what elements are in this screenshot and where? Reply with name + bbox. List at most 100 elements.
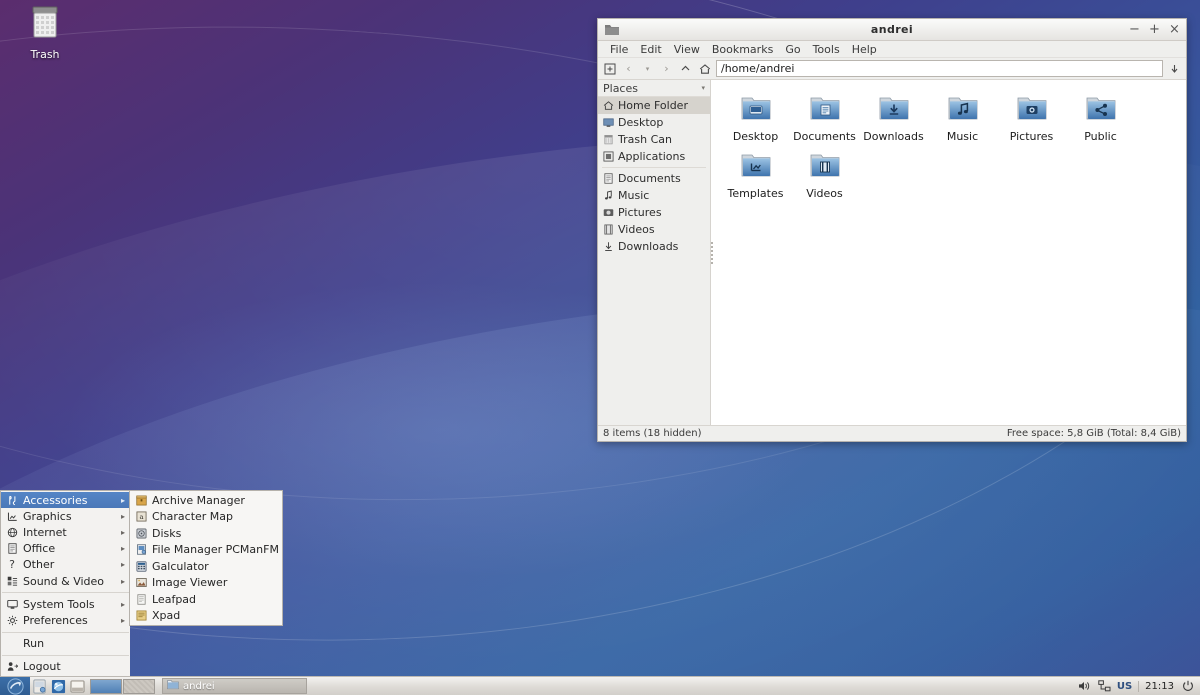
menu-category-accessories[interactable]: Accessories ▸ xyxy=(1,492,130,508)
folder-desktop-icon xyxy=(739,91,773,128)
workspace-switcher[interactable] xyxy=(87,677,158,695)
menu-app-image-viewer[interactable]: Image Viewer xyxy=(130,575,282,592)
menu-item-logout[interactable]: Logout xyxy=(1,659,130,675)
window-titlebar[interactable]: andrei − + × xyxy=(598,19,1186,41)
menu-category-preferences[interactable]: Preferences ▸ xyxy=(1,612,130,628)
menu-go[interactable]: Go xyxy=(779,42,806,57)
file-manager-window[interactable]: andrei − + × File Edit View Bookmarks Go… xyxy=(597,18,1187,442)
menu-submenu-accessories[interactable]: Archive Manager a Character Map Disks Fi… xyxy=(129,490,283,626)
folder-item-label: Pictures xyxy=(1010,130,1054,143)
menu-app-label: Character Map xyxy=(152,510,233,523)
sidebar-item-downloads[interactable]: Downloads xyxy=(598,238,710,255)
sidebar-item-desktop[interactable]: Desktop xyxy=(598,114,710,131)
sidebar-item-pictures[interactable]: Pictures xyxy=(598,204,710,221)
up-icon[interactable] xyxy=(677,60,694,77)
sidebar-splitter[interactable] xyxy=(709,80,714,425)
desktop-icon-trash[interactable]: Trash xyxy=(17,4,73,61)
menu-help[interactable]: Help xyxy=(846,42,883,57)
folder-item-desktop[interactable]: Desktop xyxy=(721,89,790,146)
application-menu[interactable]: Accessories ▸ Graphics ▸ Internet ▸ xyxy=(0,490,283,677)
minimize-button[interactable]: − xyxy=(1129,23,1140,36)
clock[interactable]: 21:13 xyxy=(1138,681,1176,692)
launcher-file-manager[interactable] xyxy=(30,677,49,695)
back-icon[interactable]: ‹ xyxy=(620,60,637,77)
sidebar-item-documents[interactable]: Documents xyxy=(598,170,710,187)
folder-item-documents[interactable]: Documents xyxy=(790,89,859,146)
sidebar-item-home-folder[interactable]: Home Folder xyxy=(598,97,710,114)
start-menu-button[interactable] xyxy=(0,677,30,695)
menu-app-galculator[interactable]: Galculator xyxy=(130,558,282,575)
folder-item-downloads[interactable]: Downloads xyxy=(859,89,928,146)
sidebar-item-videos[interactable]: Videos xyxy=(598,221,710,238)
folder-item-public[interactable]: Public xyxy=(1066,89,1135,146)
menu-app-character-map[interactable]: a Character Map xyxy=(130,509,282,526)
menu-category-label: System Tools xyxy=(23,598,95,611)
folder-view[interactable]: Desktop xyxy=(711,80,1186,425)
music-icon xyxy=(602,190,614,202)
forward-icon[interactable]: › xyxy=(658,60,675,77)
menu-category-internet[interactable]: Internet ▸ xyxy=(1,524,130,540)
menu-app-leafpad[interactable]: Leafpad xyxy=(130,591,282,608)
network-icon[interactable] xyxy=(1098,680,1111,692)
volume-icon[interactable] xyxy=(1078,680,1092,692)
path-dropdown-icon[interactable] xyxy=(1166,60,1183,77)
menu-app-label: Xpad xyxy=(152,609,180,622)
folder-item-label: Public xyxy=(1084,130,1117,143)
folder-item-videos[interactable]: Videos xyxy=(790,146,859,203)
folder-public-icon xyxy=(1084,91,1118,128)
window-task-list[interactable]: andrei xyxy=(158,678,1078,694)
menu-app-label: Archive Manager xyxy=(152,494,245,507)
places-header-label: Places xyxy=(603,82,638,95)
menu-edit[interactable]: Edit xyxy=(634,42,667,57)
sidebar-item-music[interactable]: Music xyxy=(598,187,710,204)
history-dropdown-icon[interactable]: ▾ xyxy=(639,60,656,77)
home-icon[interactable] xyxy=(696,60,713,77)
image-viewer-icon xyxy=(135,577,147,589)
launcher-web-browser[interactable] xyxy=(49,677,68,695)
menu-category-office[interactable]: Office ▸ xyxy=(1,541,130,557)
new-tab-icon[interactable] xyxy=(601,60,618,77)
menu-view[interactable]: View xyxy=(668,42,706,57)
sidebar-item-label: Trash Can xyxy=(618,133,672,146)
status-free-space: Free space: 5,8 GiB (Total: 8,4 GiB) xyxy=(1007,428,1181,439)
keyboard-layout-indicator[interactable]: US xyxy=(1117,681,1132,692)
launcher-terminal[interactable] xyxy=(68,677,87,695)
task-button-andrei[interactable]: andrei xyxy=(162,678,307,694)
power-icon[interactable] xyxy=(1182,680,1194,692)
maximize-button[interactable]: + xyxy=(1149,23,1160,36)
system-tray[interactable]: US 21:13 xyxy=(1078,677,1200,695)
folder-item-templates[interactable]: Templates xyxy=(721,146,790,203)
menu-category-system-tools[interactable]: System Tools ▸ xyxy=(1,596,130,612)
menu-app-archive-manager[interactable]: Archive Manager xyxy=(130,492,282,509)
workspace-2[interactable] xyxy=(123,679,155,694)
menu-app-xpad[interactable]: Xpad xyxy=(130,608,282,625)
menu-category-graphics[interactable]: Graphics ▸ xyxy=(1,508,130,524)
taskbar[interactable]: andrei US 21:13 xyxy=(0,676,1200,695)
menu-bookmarks[interactable]: Bookmarks xyxy=(706,42,779,57)
menu-file[interactable]: File xyxy=(604,42,634,57)
menu-bar[interactable]: File Edit View Bookmarks Go Tools Help xyxy=(598,41,1186,58)
menu-app-label: Galculator xyxy=(152,560,209,573)
sidebar-item-applications[interactable]: Applications xyxy=(598,148,710,165)
menu-item-run[interactable]: Run xyxy=(1,636,130,652)
places-sidebar[interactable]: Places ▾ Home Folder Desktop xyxy=(598,80,711,425)
folder-item-pictures[interactable]: Pictures xyxy=(997,89,1066,146)
menu-app-label: Leafpad xyxy=(152,593,196,606)
folder-item-music[interactable]: Music xyxy=(928,89,997,146)
close-button[interactable]: × xyxy=(1169,23,1180,36)
chevron-down-icon[interactable]: ▾ xyxy=(701,84,705,92)
menu-category-label: Office xyxy=(23,542,55,555)
desktop[interactable]: Trash andrei − + × File Edit View Bookma… xyxy=(0,0,1200,695)
menu-app-file-manager[interactable]: File Manager PCManFM xyxy=(130,542,282,559)
menu-app-disks[interactable]: Disks xyxy=(130,525,282,542)
workspace-1[interactable] xyxy=(90,679,122,694)
places-header[interactable]: Places ▾ xyxy=(598,80,710,97)
sidebar-item-trash-can[interactable]: Trash Can xyxy=(598,131,710,148)
sidebar-item-label: Videos xyxy=(618,223,655,236)
path-input[interactable] xyxy=(716,60,1163,77)
menu-categories-panel[interactable]: Accessories ▸ Graphics ▸ Internet ▸ xyxy=(0,490,130,677)
menu-tools[interactable]: Tools xyxy=(807,42,846,57)
path-bar[interactable]: ‹ ▾ › xyxy=(598,58,1186,80)
menu-category-other[interactable]: ? Other ▸ xyxy=(1,557,130,573)
menu-category-sound-video[interactable]: Sound & Video ▸ xyxy=(1,573,130,589)
